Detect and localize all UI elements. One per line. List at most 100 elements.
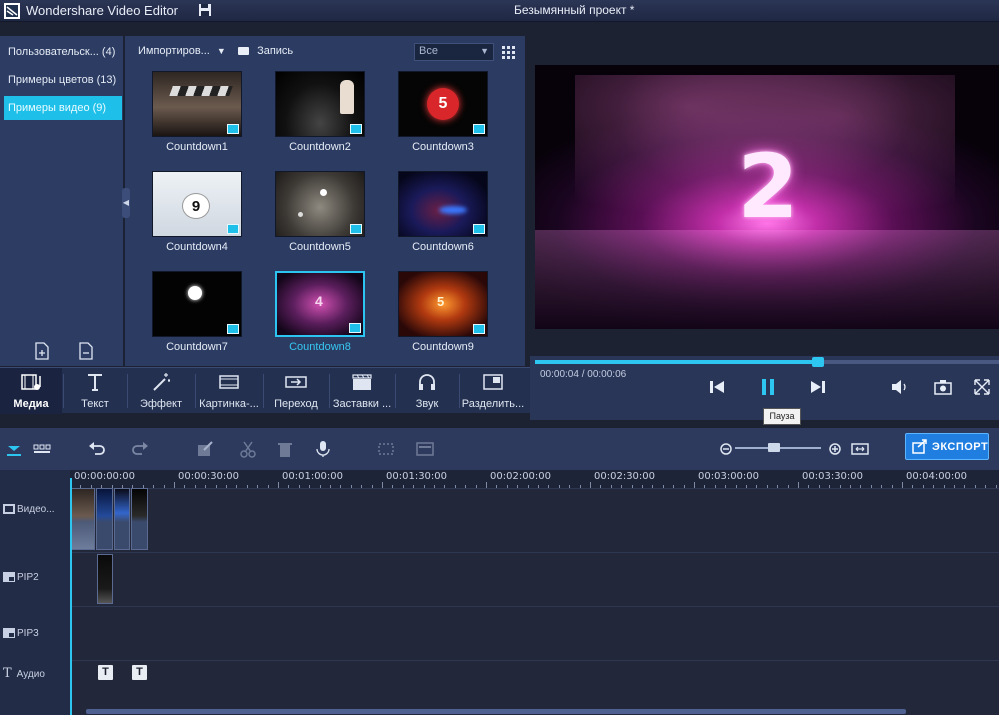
film-music-icon xyxy=(21,374,41,390)
media-item[interactable]: Countdown1 xyxy=(152,71,242,161)
preview-progress-bar[interactable] xyxy=(535,357,999,367)
tab-media[interactable]: Медиа xyxy=(0,368,62,414)
delete-trash-icon[interactable] xyxy=(276,440,294,458)
camera-icon xyxy=(238,47,249,56)
snapshot-camera-icon[interactable] xyxy=(933,377,953,397)
media-library-panel: Импортиров... ▼ Запись Все ▼ Countdown1 … xyxy=(125,36,525,366)
media-thumbnail xyxy=(275,71,365,137)
category-tools xyxy=(30,342,100,362)
media-filter-select[interactable]: Все ▼ xyxy=(414,43,494,61)
media-item-selected[interactable]: 4 Countdown8 xyxy=(275,271,365,361)
track-name: PIP3 xyxy=(17,628,39,639)
microphone-icon[interactable] xyxy=(314,440,332,458)
title-bar: Wondershare Video Editor Безымянный прое… xyxy=(0,0,999,22)
track-video: Видео... xyxy=(0,488,999,552)
track-lane[interactable] xyxy=(70,488,999,552)
save-icon[interactable] xyxy=(198,3,212,17)
tab-split-screen[interactable]: Разделить... xyxy=(460,368,526,414)
collapse-panel-handle[interactable]: ◀ xyxy=(122,188,130,218)
media-item-label: Countdown5 xyxy=(289,241,351,253)
video-badge-icon xyxy=(227,124,239,134)
export-button[interactable]: ЭКСПОРТ xyxy=(905,433,989,460)
track-name: Аудио xyxy=(16,669,45,680)
media-item[interactable]: Countdown5 xyxy=(275,171,365,261)
media-item-label: Countdown1 xyxy=(166,141,228,153)
media-item-label: Countdown8 xyxy=(289,341,351,353)
remove-folder-icon[interactable] xyxy=(78,342,94,360)
media-item[interactable]: 5 Countdown3 xyxy=(398,71,488,161)
record-button[interactable]: Запись xyxy=(238,45,293,57)
tab-transition[interactable]: Переход xyxy=(264,368,328,414)
ruler-tick-label: 00:02:00:00 xyxy=(490,471,552,482)
category-video-samples[interactable]: Примеры видео (9) xyxy=(4,96,122,120)
volume-icon[interactable] xyxy=(890,377,910,397)
tab-sound[interactable]: Звук xyxy=(396,368,458,414)
add-folder-icon[interactable] xyxy=(34,342,50,360)
timeline-scrollbar[interactable] xyxy=(86,709,906,714)
media-item-label: Countdown4 xyxy=(166,241,228,253)
track-lane[interactable] xyxy=(70,606,999,660)
import-dropdown[interactable]: Импортиров... ▼ xyxy=(138,45,226,57)
undo-icon[interactable] xyxy=(88,440,106,458)
media-item-label: Countdown3 xyxy=(412,141,474,153)
zoom-slider-handle[interactable] xyxy=(768,443,780,452)
tab-intro[interactable]: Заставки ... xyxy=(330,368,394,414)
edit-icon[interactable] xyxy=(196,440,214,458)
video-preview[interactable]: 2 xyxy=(535,65,999,329)
pause-icon[interactable] xyxy=(758,377,778,397)
track-menu-icon[interactable] xyxy=(5,440,23,458)
import-label: Импортиров... xyxy=(138,45,210,57)
progress-handle[interactable] xyxy=(812,357,825,367)
media-item[interactable]: Countdown7 xyxy=(152,271,242,361)
video-badge-icon xyxy=(473,224,485,234)
filmstrip-icon xyxy=(219,375,239,389)
media-item[interactable]: Countdown6 xyxy=(398,171,488,261)
tab-pip[interactable]: Картинка-... xyxy=(196,368,262,414)
detect-scene-icon[interactable] xyxy=(416,440,434,458)
pip-clip[interactable] xyxy=(97,554,113,604)
fullscreen-icon[interactable] xyxy=(972,377,992,397)
split-screen-icon xyxy=(483,374,503,390)
text-clip[interactable]: T xyxy=(132,665,147,680)
track-audio: T Аудио T T xyxy=(0,660,999,715)
view-mode-icon[interactable] xyxy=(502,45,516,59)
media-item[interactable]: Countdown2 xyxy=(275,71,365,161)
track-lane[interactable] xyxy=(70,552,999,606)
ruler-tick-label: 00:01:00:00 xyxy=(282,471,344,482)
text-clip[interactable]: T xyxy=(98,665,113,680)
tab-label: Звук xyxy=(415,398,439,410)
media-thumbnail xyxy=(152,271,242,337)
previous-frame-icon[interactable] xyxy=(707,377,727,397)
video-badge-icon xyxy=(227,224,239,234)
zoom-in-icon[interactable] xyxy=(826,440,844,458)
tab-text[interactable]: Текст xyxy=(64,368,126,414)
cut-scissors-icon[interactable] xyxy=(239,440,257,458)
crop-icon[interactable] xyxy=(377,440,395,458)
media-thumbnail xyxy=(398,171,488,237)
timeline-ruler[interactable]: 00:00:00:00 00:00:30:00 00:01:00:00 00:01:3… xyxy=(70,470,999,488)
timeline-playhead[interactable] xyxy=(70,478,72,715)
category-color-samples[interactable]: Примеры цветов (13) xyxy=(4,68,122,92)
media-item-label: Countdown7 xyxy=(166,341,228,353)
countdown-digit: 5 xyxy=(427,88,459,120)
text-track-icon: T xyxy=(3,666,12,681)
project-title: Безымянный проект * xyxy=(514,3,635,17)
category-user[interactable]: Пользовательск... (4) xyxy=(4,40,122,64)
media-item[interactable]: 9 Countdown4 xyxy=(152,171,242,261)
video-clip[interactable] xyxy=(71,488,95,550)
video-clip[interactable] xyxy=(131,488,148,550)
track-lane[interactable] xyxy=(70,660,999,715)
media-thumbnail xyxy=(275,171,365,237)
tab-effect[interactable]: Эффект xyxy=(128,368,194,414)
redo-icon[interactable] xyxy=(131,440,149,458)
video-clip[interactable] xyxy=(96,488,113,550)
next-frame-icon[interactable] xyxy=(808,377,828,397)
video-clip[interactable] xyxy=(114,488,130,550)
media-thumbnail xyxy=(152,71,242,137)
fit-timeline-icon[interactable] xyxy=(851,440,869,458)
media-item[interactable]: 5 Countdown9 xyxy=(398,271,488,361)
clapperboard-icon xyxy=(352,374,372,390)
progress-fill xyxy=(535,360,819,364)
storyboard-view-icon[interactable] xyxy=(33,440,51,458)
zoom-out-icon[interactable] xyxy=(717,440,735,458)
